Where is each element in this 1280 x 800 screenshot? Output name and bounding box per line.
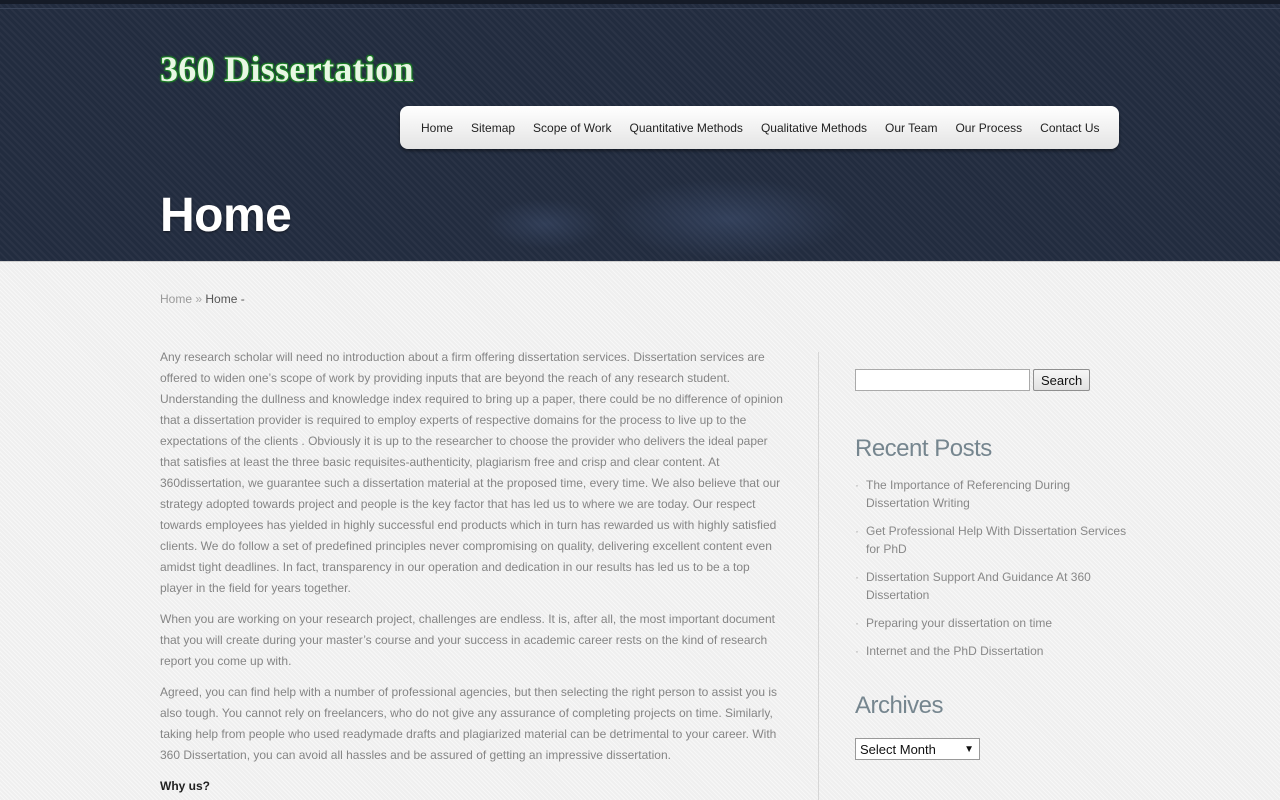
nav-item-scope-of-work[interactable]: Scope of Work [524, 121, 620, 135]
sidebar: Search Recent Posts The Importance of Re… [855, 369, 1135, 760]
page-title: Home [160, 189, 292, 242]
nav-item-qualitative-methods[interactable]: Qualitative Methods [752, 121, 876, 135]
archives-select-value: Select Month [860, 741, 936, 757]
recent-post-link[interactable]: Preparing your dissertation on time [855, 614, 1135, 632]
site-logo[interactable]: 360 Dissertation [160, 48, 414, 90]
archives-title: Archives [855, 692, 944, 719]
nav-item-home[interactable]: Home [412, 121, 462, 135]
header-top-line [0, 8, 1280, 9]
nav-item-quantitative-methods[interactable]: Quantitative Methods [621, 121, 752, 135]
main-content: Any research scholar will need no introd… [160, 347, 785, 797]
archives-month-select[interactable]: Select Month ▼ [855, 738, 980, 760]
recent-posts-title: Recent Posts [855, 435, 992, 462]
recent-post-link[interactable]: Dissertation Support And Guidance At 360… [855, 568, 1135, 604]
breadcrumb-home-link[interactable]: Home [160, 292, 192, 306]
nav-item-our-team[interactable]: Our Team [876, 121, 946, 135]
nav-item-sitemap[interactable]: Sitemap [462, 121, 524, 135]
recent-post-link[interactable]: Get Professional Help With Dissertation … [855, 522, 1135, 558]
breadcrumb-separator: » [195, 292, 203, 306]
search-button[interactable]: Search [1033, 369, 1091, 391]
content-paragraph: Agreed, you can find help with a number … [160, 685, 778, 762]
recent-post-link[interactable]: Internet and the PhD Dissertation [855, 642, 1135, 660]
search-form: Search [855, 369, 1135, 391]
chevron-down-icon: ▼ [964, 743, 974, 755]
main-navigation: Home Sitemap Scope of Work Quantitative … [400, 106, 1119, 149]
recent-post-link[interactable]: The Importance of Referencing During Dis… [855, 476, 1135, 512]
search-input[interactable] [855, 369, 1030, 391]
content-paragraph: When you are working on your research pr… [160, 612, 775, 668]
why-us-heading: Why us? [160, 779, 210, 793]
site-header: 360 Dissertation Home Sitemap Scope of W… [0, 0, 1280, 262]
breadcrumb: Home » Home - [160, 292, 245, 306]
content-paragraph: Any research scholar will need no introd… [160, 350, 783, 595]
content-sidebar-divider [818, 352, 819, 800]
breadcrumb-current: Home - [205, 292, 245, 306]
recent-posts-list: The Importance of Referencing During Dis… [855, 476, 1135, 660]
nav-item-our-process[interactable]: Our Process [946, 121, 1031, 135]
nav-item-contact-us[interactable]: Contact Us [1031, 121, 1108, 135]
